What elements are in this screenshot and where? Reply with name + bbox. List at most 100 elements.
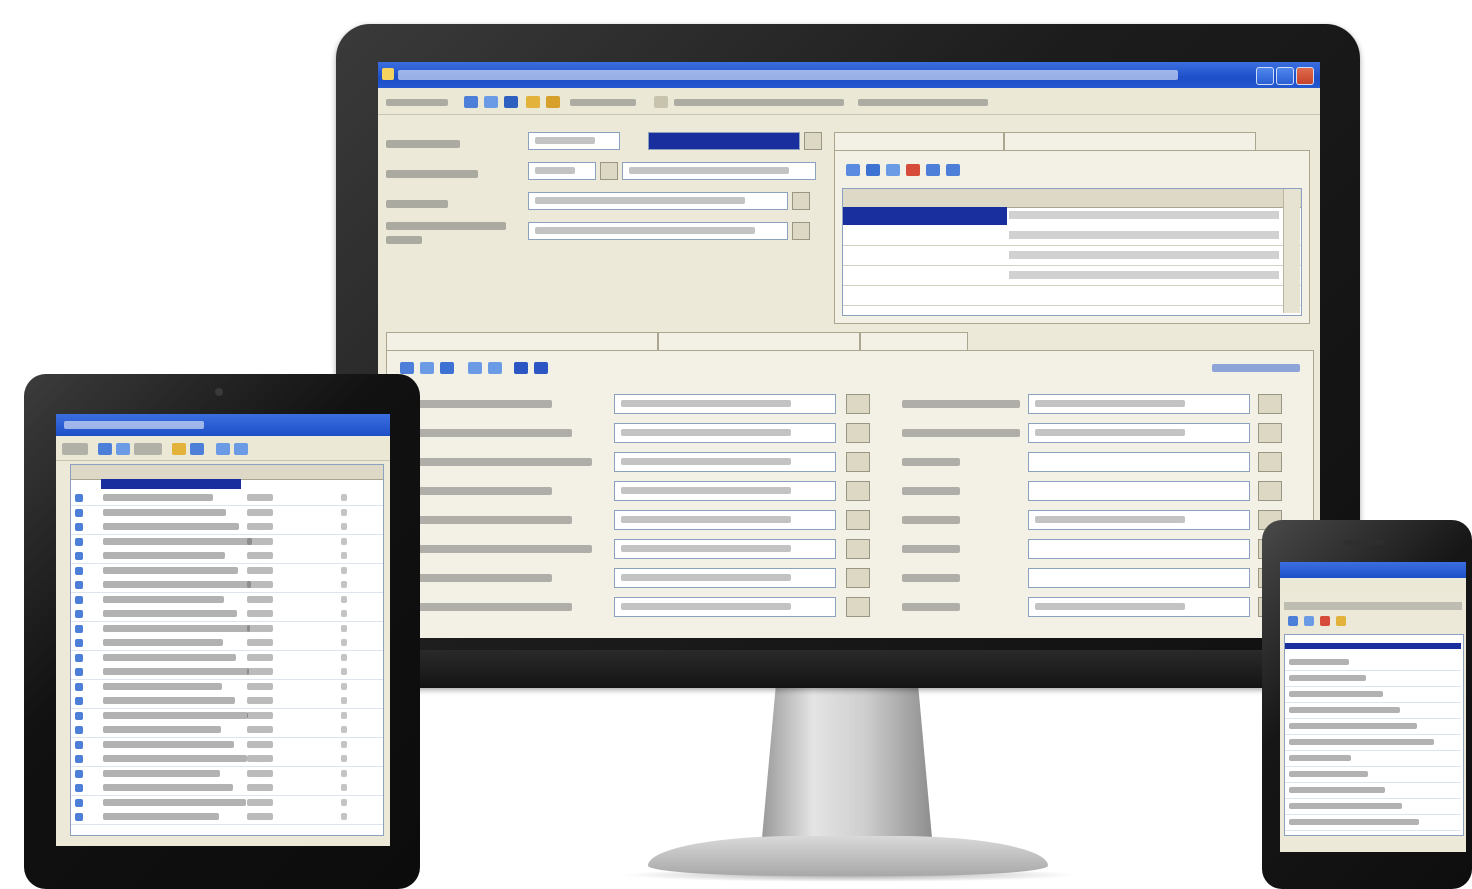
tablet-list-row[interactable]	[71, 752, 383, 767]
tablet-list-row[interactable]	[71, 549, 383, 564]
select-icon[interactable]	[1258, 394, 1282, 414]
folder-icon[interactable]	[1336, 616, 1346, 626]
form-row-field[interactable]	[1028, 597, 1250, 617]
tablet-list-row[interactable]	[71, 766, 383, 782]
form-row-field[interactable]	[614, 394, 836, 414]
organization-field[interactable]	[528, 162, 596, 180]
form-row-field[interactable]	[614, 510, 836, 530]
form-row-field[interactable]	[1028, 394, 1250, 414]
tablet-list-row[interactable]	[71, 810, 383, 825]
tablet-list-row[interactable]	[71, 636, 383, 651]
tablet-list-row[interactable]	[71, 665, 383, 680]
tablet-list-row[interactable]	[71, 723, 383, 738]
tab-bottom-1[interactable]	[386, 332, 658, 351]
tab-bottom-3[interactable]	[860, 332, 968, 351]
number-field[interactable]	[528, 132, 620, 150]
link-text[interactable]	[1212, 364, 1300, 372]
delete-row-icon[interactable]	[906, 164, 920, 176]
select-icon[interactable]	[846, 481, 870, 501]
tablet-list-row[interactable]	[71, 578, 383, 593]
calendar-icon[interactable]	[804, 132, 822, 150]
toolbar-item[interactable]	[858, 99, 988, 106]
tablet-list-row[interactable]	[71, 607, 383, 622]
select-icon[interactable]	[846, 510, 870, 530]
select-icon[interactable]	[1258, 481, 1282, 501]
phone-list-row[interactable]	[1285, 783, 1461, 799]
form-row-field[interactable]	[1028, 452, 1250, 472]
delete-icon[interactable]	[1320, 616, 1330, 626]
tablet-list-row[interactable]	[71, 650, 383, 666]
phone-field[interactable]	[1284, 602, 1462, 610]
select-icon[interactable]	[846, 539, 870, 559]
select-icon[interactable]	[600, 162, 618, 180]
tablet-list-row[interactable]	[71, 621, 383, 637]
phone-list-row[interactable]	[1285, 799, 1461, 815]
grid-row-selected[interactable]	[843, 207, 1007, 225]
tablet-list-row[interactable]	[71, 592, 383, 608]
tab-bottom-2[interactable]	[658, 332, 860, 351]
save-icon[interactable]	[464, 96, 478, 108]
edit-icon[interactable]	[440, 362, 454, 374]
tablet-toolbar-item[interactable]	[62, 443, 88, 455]
add-icon[interactable]	[98, 443, 112, 455]
warehouse-field[interactable]	[528, 192, 788, 210]
form-row-field[interactable]	[614, 452, 836, 472]
copy-icon[interactable]	[526, 96, 540, 108]
select-icon[interactable]	[846, 452, 870, 472]
refresh-icon[interactable]	[190, 443, 204, 455]
toolbar-item[interactable]	[674, 99, 844, 106]
phone-list-row[interactable]	[1285, 767, 1461, 783]
tablet-list-row[interactable]	[71, 534, 383, 550]
grid-row[interactable]	[843, 285, 1301, 306]
sort-icon[interactable]	[234, 443, 248, 455]
minimize-icon[interactable]	[1256, 67, 1274, 85]
tablet-list-row[interactable]	[71, 679, 383, 695]
add-icon[interactable]	[400, 362, 414, 374]
phone-list-row[interactable]	[1285, 815, 1461, 831]
form-row-field[interactable]	[614, 481, 836, 501]
select-icon[interactable]	[846, 394, 870, 414]
select-icon[interactable]	[846, 597, 870, 617]
phone-list-selected[interactable]	[1285, 643, 1461, 649]
tablet-list-selected[interactable]	[101, 479, 241, 489]
form-row-field[interactable]	[614, 597, 836, 617]
add-row-icon[interactable]	[846, 164, 860, 176]
tablet-list-row[interactable]	[71, 708, 383, 724]
copy-icon[interactable]	[420, 362, 434, 374]
form-row-field[interactable]	[1028, 568, 1250, 588]
toolbar-item[interactable]	[570, 99, 636, 106]
phone-list-row[interactable]	[1285, 751, 1461, 767]
phone-list-row[interactable]	[1285, 703, 1461, 719]
filter-icon[interactable]	[534, 362, 548, 374]
refresh-icon[interactable]	[504, 96, 518, 108]
copy-row-icon[interactable]	[866, 164, 880, 176]
tablet-list-row[interactable]	[71, 737, 383, 753]
select-icon[interactable]	[846, 423, 870, 443]
select-icon[interactable]	[792, 222, 810, 240]
toolbar-item[interactable]	[386, 99, 448, 106]
select-icon[interactable]	[1258, 452, 1282, 472]
form-row-field[interactable]	[1028, 510, 1250, 530]
operation-type-field[interactable]	[528, 222, 788, 240]
copy-icon[interactable]	[1304, 616, 1314, 626]
sort-icon[interactable]	[514, 362, 528, 374]
filter-icon[interactable]	[216, 443, 230, 455]
help-icon[interactable]	[654, 96, 668, 108]
tab-top-1[interactable]	[834, 132, 1004, 151]
tablet-toolbar-item[interactable]	[134, 443, 162, 455]
add-icon[interactable]	[1288, 616, 1298, 626]
print-icon[interactable]	[546, 96, 560, 108]
select-icon[interactable]	[1258, 423, 1282, 443]
tablet-list-row[interactable]	[71, 520, 383, 535]
tablet-list-row[interactable]	[71, 563, 383, 579]
date-field[interactable]	[648, 132, 800, 150]
tab-top-2[interactable]	[1004, 132, 1256, 151]
move-up-icon[interactable]	[926, 164, 940, 176]
form-row-field[interactable]	[1028, 423, 1250, 443]
move-up-icon[interactable]	[468, 362, 482, 374]
tablet-list-row[interactable]	[71, 505, 383, 521]
tablet-list-row[interactable]	[71, 795, 383, 811]
phone-list-row[interactable]	[1285, 671, 1461, 687]
phone-list-row[interactable]	[1285, 719, 1461, 735]
move-down-icon[interactable]	[488, 362, 502, 374]
